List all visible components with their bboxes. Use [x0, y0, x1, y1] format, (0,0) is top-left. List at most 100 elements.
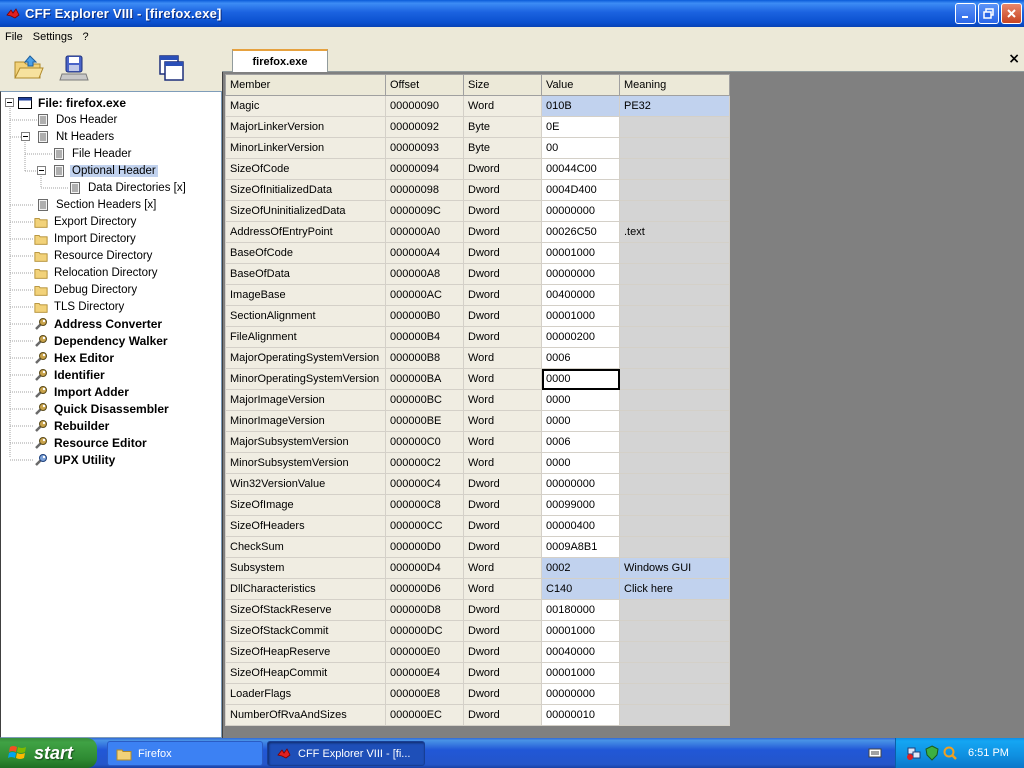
- network-icon[interactable]: [906, 745, 922, 761]
- cell-value[interactable]: 0004D400: [541, 179, 620, 201]
- cell-value[interactable]: 00400000: [541, 284, 620, 306]
- tree-item-address-converter[interactable]: Address Converter: [34, 315, 164, 332]
- column-header-meaning[interactable]: Meaning: [619, 74, 730, 96]
- table-row[interactable]: MajorOperatingSystemVersion 000000B8 Word 0…: [225, 347, 730, 369]
- cell-value[interactable]: 00180000: [541, 599, 620, 621]
- tree-item-tls-directory[interactable]: TLS Directory: [34, 298, 126, 315]
- cell-value[interactable]: 00001000: [541, 620, 620, 642]
- cell-value[interactable]: 00040000: [541, 641, 620, 663]
- table-row[interactable]: MinorSubsystemVersion 000000C2 Word 0000: [225, 452, 730, 474]
- tab-firefox-exe[interactable]: firefox.exe: [232, 49, 328, 72]
- save-disk-icon[interactable]: [58, 52, 90, 84]
- cell-value[interactable]: 00000400: [541, 515, 620, 537]
- expander-optional-header[interactable]: [37, 166, 46, 175]
- table-row[interactable]: SizeOfStackReserve 000000D8 Dword 00180000: [225, 599, 730, 621]
- table-row[interactable]: MinorOperatingSystemVersion 000000BA Word 0…: [225, 368, 730, 390]
- expander-nt-headers[interactable]: [21, 132, 30, 141]
- cell-value[interactable]: 0009A8B1: [541, 536, 620, 558]
- cell-value[interactable]: 00044C00: [541, 158, 620, 180]
- tree-item-debug-directory[interactable]: Debug Directory: [34, 281, 139, 298]
- search-icon[interactable]: [942, 745, 958, 761]
- table-row[interactable]: ImageBase 000000AC Dword 00400000: [225, 284, 730, 306]
- windows-icon[interactable]: [156, 52, 188, 84]
- keyboard-icon[interactable]: [868, 746, 882, 760]
- cell-value[interactable]: 0002: [541, 557, 620, 579]
- column-header-size[interactable]: Size: [463, 74, 542, 96]
- title-bar[interactable]: CFF Explorer VIII - [firefox.exe]: [0, 0, 1024, 27]
- cell-value[interactable]: 0E: [541, 116, 620, 138]
- tree-item-dependency-walker[interactable]: Dependency Walker: [34, 332, 170, 349]
- menu-file[interactable]: File: [0, 31, 28, 43]
- table-row[interactable]: MajorLinkerVersion 00000092 Byte 0E: [225, 116, 730, 138]
- tree-root-file[interactable]: File: firefox.exe: [18, 94, 128, 111]
- cell-value[interactable]: 00000000: [541, 473, 620, 495]
- close-tab-button[interactable]: ×: [1008, 51, 1020, 67]
- table-row[interactable]: SizeOfUninitializedData 0000009C Dword 0000…: [225, 200, 730, 222]
- cell-value[interactable]: 0000: [541, 452, 620, 474]
- cell-value[interactable]: 00000010: [541, 704, 620, 726]
- tree-view[interactable]: File: firefox.exe Dos Header Nt Headers …: [0, 91, 222, 738]
- table-row[interactable]: NumberOfRvaAndSizes 000000EC Dword 00000010: [225, 704, 730, 726]
- start-button[interactable]: start: [0, 738, 97, 768]
- table-row[interactable]: MajorImageVersion 000000BC Word 0000: [225, 389, 730, 411]
- table-row[interactable]: Magic 00000090 Word 010B PE32: [225, 95, 730, 117]
- table-row[interactable]: CheckSum 000000D0 Dword 0009A8B1: [225, 536, 730, 558]
- tree-item-resource-directory[interactable]: Resource Directory: [34, 247, 154, 264]
- cell-value[interactable]: 00: [541, 137, 620, 159]
- cell-value[interactable]: 0000: [541, 410, 620, 432]
- table-row[interactable]: BaseOfCode 000000A4 Dword 00001000: [225, 242, 730, 264]
- expander-root[interactable]: [5, 98, 14, 107]
- cell-value[interactable]: 00000000: [541, 200, 620, 222]
- table-row[interactable]: SizeOfHeapCommit 000000E4 Dword 00001000: [225, 662, 730, 684]
- tree-item-relocation-directory[interactable]: Relocation Directory: [34, 264, 160, 281]
- close-button[interactable]: [1001, 3, 1022, 24]
- cell-value[interactable]: 00000200: [541, 326, 620, 348]
- cell-value[interactable]: 00001000: [541, 662, 620, 684]
- table-row[interactable]: LoaderFlags 000000E8 Dword 00000000: [225, 683, 730, 705]
- tree-item-rebuilder[interactable]: Rebuilder: [34, 417, 111, 434]
- cell-value[interactable]: 010B: [541, 95, 620, 117]
- table-row[interactable]: Win32VersionValue 000000C4 Dword 00000000: [225, 473, 730, 495]
- tree-item-export-directory[interactable]: Export Directory: [34, 213, 138, 230]
- table-row[interactable]: SizeOfStackCommit 000000DC Dword 00001000: [225, 620, 730, 642]
- tree-item-import-directory[interactable]: Import Directory: [34, 230, 138, 247]
- clock[interactable]: 6:51 PM: [968, 747, 1009, 759]
- table-row[interactable]: SectionAlignment 000000B0 Dword 00001000: [225, 305, 730, 327]
- cell-value[interactable]: 0000: [541, 389, 620, 411]
- tree-item-quick-disassembler[interactable]: Quick Disassembler: [34, 400, 171, 417]
- tree-item-optional-header[interactable]: Optional Header: [52, 162, 158, 179]
- tree-item-dos-header[interactable]: Dos Header: [36, 111, 119, 128]
- optional-header-grid[interactable]: Member Offset Size Value Meaning Magic 00…: [225, 74, 730, 726]
- table-row[interactable]: SizeOfHeapReserve 000000E0 Dword 00040000: [225, 641, 730, 663]
- table-row[interactable]: MajorSubsystemVersion 000000C0 Word 0006: [225, 431, 730, 453]
- table-row[interactable]: AddressOfEntryPoint 000000A0 Dword 00026C50…: [225, 221, 730, 243]
- cell-value[interactable]: 0006: [541, 431, 620, 453]
- table-row[interactable]: BaseOfData 000000A8 Dword 00000000: [225, 263, 730, 285]
- tree-item-upx-utility[interactable]: UPX Utility: [34, 451, 117, 468]
- tree-item-nt-headers[interactable]: Nt Headers: [36, 128, 116, 145]
- table-row[interactable]: DllCharacteristics 000000D6 Word C140 Click …: [225, 578, 730, 600]
- table-row[interactable]: Subsystem 000000D4 Word 0002 Windows GUI: [225, 557, 730, 579]
- table-row[interactable]: MinorLinkerVersion 00000093 Byte 00: [225, 137, 730, 159]
- tree-item-data-directories[interactable]: Data Directories [x]: [68, 179, 188, 196]
- cell-value[interactable]: 0006: [541, 347, 620, 369]
- menu-settings[interactable]: Settings: [28, 31, 78, 43]
- tree-item-file-header[interactable]: File Header: [52, 145, 133, 162]
- cell-value[interactable]: 00000000: [541, 263, 620, 285]
- cell-value[interactable]: 00026C50: [541, 221, 620, 243]
- table-row[interactable]: SizeOfCode 00000094 Dword 00044C00: [225, 158, 730, 180]
- open-folder-icon[interactable]: [12, 52, 44, 84]
- tree-item-section-headers[interactable]: Section Headers [x]: [36, 196, 158, 213]
- tree-item-import-adder[interactable]: Import Adder: [34, 383, 131, 400]
- tree-item-hex-editor[interactable]: Hex Editor: [34, 349, 116, 366]
- column-header-member[interactable]: Member: [225, 74, 386, 96]
- cell-value[interactable]: C140: [541, 578, 620, 600]
- cell-value[interactable]: 0000: [541, 368, 620, 390]
- column-header-value[interactable]: Value: [541, 74, 620, 96]
- taskbar-item-firefox[interactable]: Firefox: [107, 741, 263, 766]
- shield-icon[interactable]: [924, 745, 940, 761]
- taskbar-item-cff-explorer[interactable]: CFF Explorer VIII - [fi...: [267, 741, 425, 766]
- table-row[interactable]: SizeOfHeaders 000000CC Dword 00000400: [225, 515, 730, 537]
- cell-value[interactable]: 00001000: [541, 242, 620, 264]
- restore-button[interactable]: [978, 3, 999, 24]
